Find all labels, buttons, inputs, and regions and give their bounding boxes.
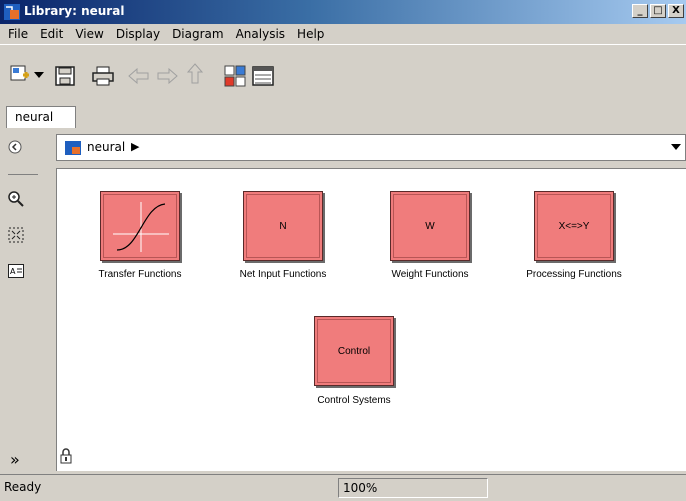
- block-text: X<=>Y: [558, 220, 590, 232]
- block-label-processing-functions: Processing Functions: [526, 269, 622, 280]
- library-browser-icon[interactable]: [222, 63, 248, 89]
- up-arrow-icon[interactable]: [182, 61, 208, 87]
- simulink-app-icon: [4, 4, 20, 20]
- save-icon[interactable]: [52, 63, 78, 89]
- menu-edit[interactable]: Edit: [34, 27, 69, 41]
- block-transfer-functions[interactable]: [100, 191, 180, 261]
- block-label-transfer-functions: Transfer Functions: [98, 269, 182, 280]
- tab-neural[interactable]: neural: [6, 106, 76, 128]
- hide-browser-icon[interactable]: [8, 140, 22, 157]
- address-path: neural: [87, 140, 126, 154]
- toolbar: [0, 44, 686, 104]
- print-icon[interactable]: [90, 63, 116, 89]
- svg-text:A: A: [10, 267, 16, 276]
- model-explorer-icon[interactable]: [250, 63, 276, 89]
- menu-help[interactable]: Help: [291, 27, 330, 41]
- forward-arrow-icon[interactable]: [154, 63, 180, 89]
- tab-strip: neural: [0, 104, 686, 128]
- address-dropdown-icon[interactable]: [671, 144, 681, 151]
- menu-view[interactable]: View: [69, 27, 109, 41]
- maximize-button[interactable]: □: [650, 4, 666, 18]
- left-palette: A »: [0, 168, 55, 472]
- palette-divider: [8, 174, 38, 175]
- block-processing-functions[interactable]: X<=>Y: [534, 191, 614, 261]
- chevron-down-icon[interactable]: [32, 63, 46, 89]
- block-control-systems[interactable]: Control: [314, 316, 394, 386]
- block-text: Control: [337, 345, 371, 357]
- status-bar: Ready 100%: [0, 474, 686, 501]
- model-icon: [65, 141, 81, 155]
- zoom-icon[interactable]: [7, 190, 25, 208]
- block-text: N: [279, 220, 287, 232]
- status-text: Ready: [4, 480, 42, 494]
- block-label-weight-functions: Weight Functions: [391, 269, 469, 280]
- menu-bar: File Edit View Display Diagram Analysis …: [0, 24, 686, 44]
- annotation-icon[interactable]: A: [7, 262, 25, 280]
- block-label-net-input-functions: Net Input Functions: [239, 269, 327, 280]
- window-title: Library: neural: [24, 4, 125, 18]
- lock-icon[interactable]: [60, 448, 72, 467]
- menu-display[interactable]: Display: [110, 27, 166, 41]
- minimize-button[interactable]: _: [632, 4, 648, 18]
- expand-palette-icon[interactable]: »: [10, 450, 20, 469]
- zoom-level: 100%: [338, 478, 488, 498]
- title-bar: Library: neural _ □ X: [0, 0, 686, 24]
- close-button[interactable]: X: [668, 4, 684, 18]
- address-row: neural ▶: [0, 128, 686, 168]
- address-bar[interactable]: neural ▶: [56, 134, 686, 161]
- back-arrow-icon[interactable]: [126, 63, 152, 89]
- block-weight-functions[interactable]: W: [390, 191, 470, 261]
- menu-file[interactable]: File: [2, 27, 34, 41]
- fit-to-view-icon[interactable]: [7, 226, 25, 244]
- block-net-input-functions[interactable]: N: [243, 191, 323, 261]
- menu-analysis[interactable]: Analysis: [230, 27, 291, 41]
- block-label-control-systems: Control Systems: [317, 395, 391, 406]
- new-model-icon[interactable]: [8, 63, 34, 89]
- path-arrow-icon[interactable]: ▶: [131, 140, 139, 153]
- block-text: W: [425, 220, 435, 232]
- menu-diagram[interactable]: Diagram: [166, 27, 230, 41]
- simulink-library-window: Library: neural _ □ X File Edit View Dis…: [0, 0, 686, 501]
- sigmoid-curve-icon: [113, 202, 169, 252]
- library-canvas: Transfer Functions N Net Input Functions…: [56, 168, 686, 471]
